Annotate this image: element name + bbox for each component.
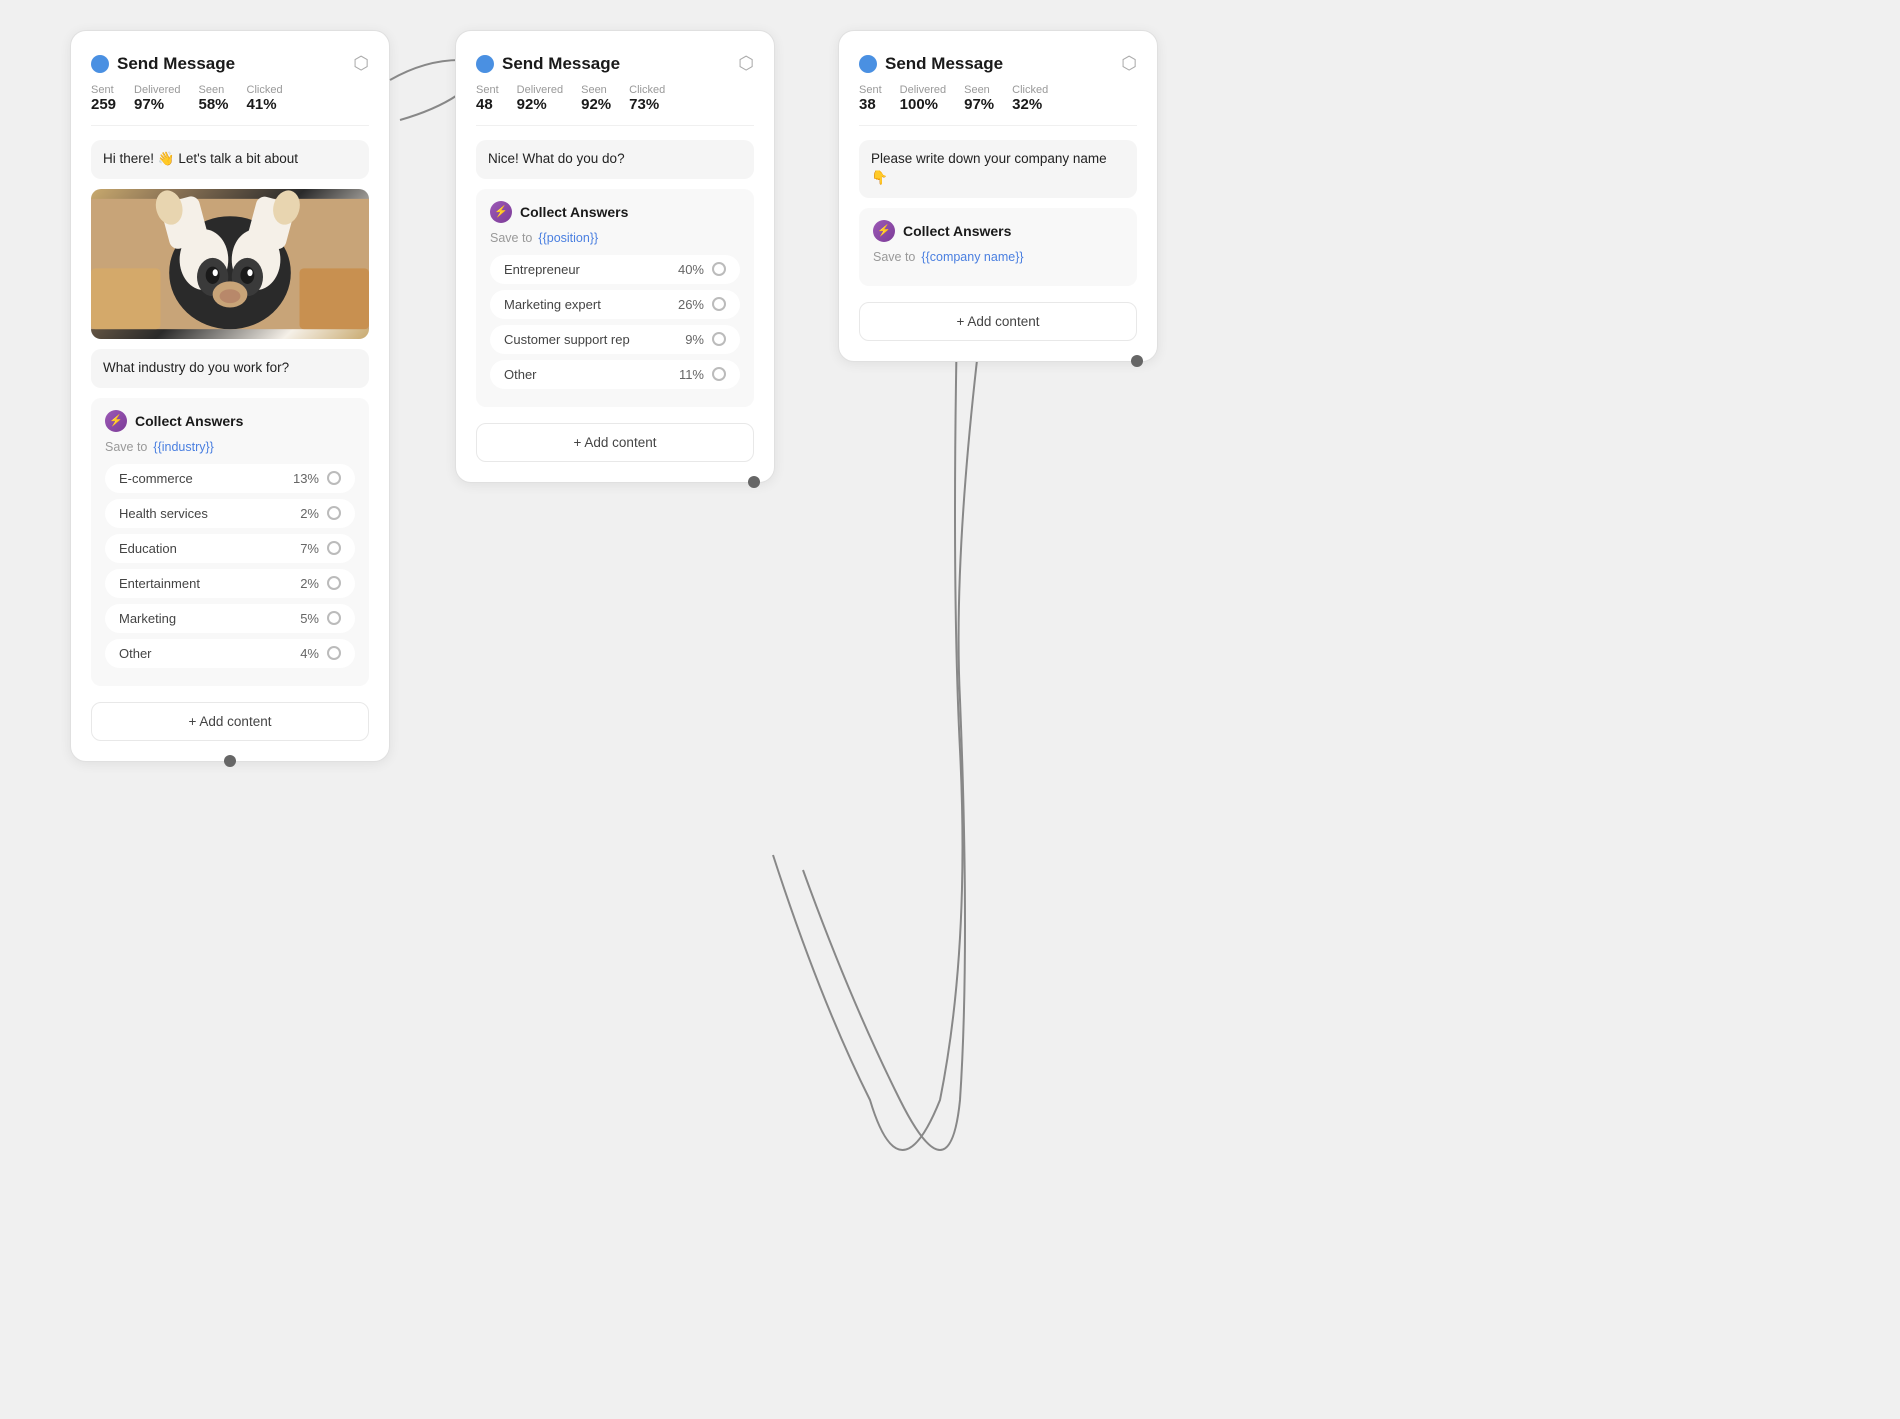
card-1-stats: Sent 259 Delivered 97% Seen 58% Clicked … (91, 84, 369, 126)
card-3-tag-icon[interactable]: ⬡ (1121, 53, 1137, 74)
radio-health[interactable] (327, 506, 341, 520)
add-content-btn-2[interactable]: + Add content (476, 423, 754, 462)
collect-title-3: Collect Answers (903, 223, 1011, 239)
card-3: Send Message ⬡ Sent 38 Delivered 100% Se… (838, 30, 1158, 362)
card-1-tag-icon[interactable]: ⬡ (353, 53, 369, 74)
card-3-title: Send Message (885, 54, 1003, 74)
option-other-2: Other 11% (490, 360, 740, 389)
card-2-title: Send Message (502, 54, 620, 74)
message-bubble-card2: Nice! What do you do? (476, 140, 754, 179)
radio-ecommerce[interactable] (327, 471, 341, 485)
dog-image (91, 189, 369, 339)
card-1-header: Send Message ⬡ (91, 53, 369, 74)
collect-header-3: ⚡ Collect Answers (873, 220, 1123, 242)
card-2-header: Send Message ⬡ (476, 53, 754, 74)
card-3-header: Send Message ⬡ (859, 53, 1137, 74)
collect-icon-1: ⚡ (105, 410, 127, 432)
card-3-stats: Sent 38 Delivered 100% Seen 97% Clicked … (859, 84, 1137, 126)
card-1: Send Message ⬡ Sent 259 Delivered 97% Se… (70, 30, 390, 762)
stat-seen-1: Seen 58% (199, 84, 229, 113)
stat-clicked-2: Clicked 73% (629, 84, 665, 113)
save-to-row-3: Save to {{company name}} (873, 250, 1123, 264)
canvas: Send Message ⬡ Sent 259 Delivered 97% Se… (0, 0, 1900, 1419)
collect-icon-2: ⚡ (490, 201, 512, 223)
radio-marketing-expert[interactable] (712, 297, 726, 311)
collect-answers-2: ⚡ Collect Answers Save to {{position}} E… (476, 189, 754, 407)
radio-other-1[interactable] (327, 646, 341, 660)
option-education: Education 7% (105, 534, 355, 563)
option-entrepreneur: Entrepreneur 40% (490, 255, 740, 284)
card-3-status-dot (859, 55, 877, 73)
connector-dot-1 (224, 755, 236, 767)
collect-title-1: Collect Answers (135, 413, 243, 429)
collect-title-2: Collect Answers (520, 204, 628, 220)
collect-answers-3: ⚡ Collect Answers Save to {{company name… (859, 208, 1137, 286)
option-other-1: Other 4% (105, 639, 355, 668)
message-bubble-2: What industry do you work for? (91, 349, 369, 388)
option-customer-support: Customer support rep 9% (490, 325, 740, 354)
card-2-status-dot (476, 55, 494, 73)
connector-dot-2 (748, 476, 760, 488)
message-bubble-card3: Please write down your company name 👇 (859, 140, 1137, 198)
stat-seen-3: Seen 97% (964, 84, 994, 113)
radio-entertainment[interactable] (327, 576, 341, 590)
connector-dot-3 (1131, 355, 1143, 367)
radio-customer-support[interactable] (712, 332, 726, 346)
stat-clicked-1: Clicked 41% (247, 84, 283, 113)
radio-marketing[interactable] (327, 611, 341, 625)
collect-answers-1: ⚡ Collect Answers Save to {{industry}} E… (91, 398, 369, 686)
add-content-btn-1[interactable]: + Add content (91, 702, 369, 741)
stat-seen-2: Seen 92% (581, 84, 611, 113)
collect-header-2: ⚡ Collect Answers (490, 201, 740, 223)
card-2-stats: Sent 48 Delivered 92% Seen 92% Clicked 7… (476, 84, 754, 126)
card-2: Send Message ⬡ Sent 48 Delivered 92% See… (455, 30, 775, 483)
collect-icon-3: ⚡ (873, 220, 895, 242)
stat-delivered-1: Delivered 97% (134, 84, 180, 113)
card-1-title: Send Message (117, 54, 235, 74)
save-to-var-2[interactable]: {{position}} (538, 231, 598, 245)
stat-clicked-3: Clicked 32% (1012, 84, 1048, 113)
card-3-title-row: Send Message (859, 54, 1003, 74)
option-health: Health services 2% (105, 499, 355, 528)
option-marketing: Marketing 5% (105, 604, 355, 633)
radio-other-2[interactable] (712, 367, 726, 381)
card-2-title-row: Send Message (476, 54, 620, 74)
stat-sent-1: Sent 259 (91, 84, 116, 113)
radio-education[interactable] (327, 541, 341, 555)
option-ecommerce: E-commerce 13% (105, 464, 355, 493)
stat-sent-3: Sent 38 (859, 84, 882, 113)
option-entertainment: Entertainment 2% (105, 569, 355, 598)
stat-sent-2: Sent 48 (476, 84, 499, 113)
save-to-row-1: Save to {{industry}} (105, 440, 355, 454)
card-1-status-dot (91, 55, 109, 73)
card-2-tag-icon[interactable]: ⬡ (738, 53, 754, 74)
message-bubble-1: Hi there! 👋 Let's talk a bit about (91, 140, 369, 179)
save-to-var-3[interactable]: {{company name}} (921, 250, 1023, 264)
stat-delivered-2: Delivered 92% (517, 84, 563, 113)
save-to-var-1[interactable]: {{industry}} (153, 440, 213, 454)
radio-entrepreneur[interactable] (712, 262, 726, 276)
collect-header-1: ⚡ Collect Answers (105, 410, 355, 432)
option-marketing-expert: Marketing expert 26% (490, 290, 740, 319)
stat-delivered-3: Delivered 100% (900, 84, 946, 113)
card-1-title-row: Send Message (91, 54, 235, 74)
add-content-btn-3[interactable]: + Add content (859, 302, 1137, 341)
save-to-row-2: Save to {{position}} (490, 231, 740, 245)
